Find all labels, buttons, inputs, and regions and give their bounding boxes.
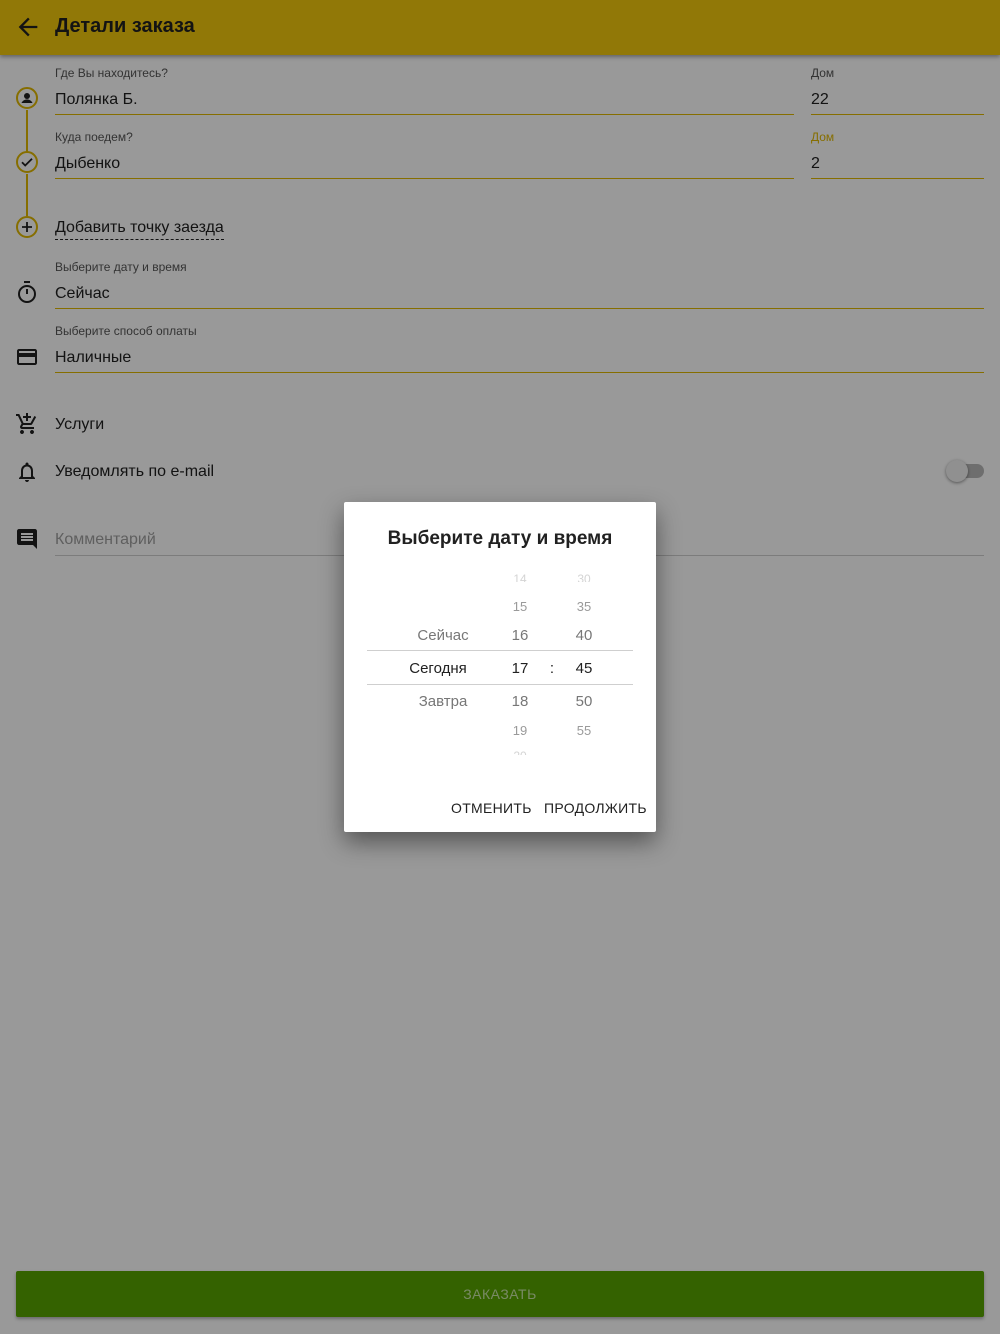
- minute-option[interactable]: 50: [564, 693, 604, 710]
- minute-option[interactable]: 55: [564, 723, 604, 738]
- minute-option[interactable]: 30: [564, 572, 604, 582]
- hour-option[interactable]: 19: [500, 723, 540, 738]
- continue-button[interactable]: ПРОДОЛЖИТЬ: [544, 800, 647, 816]
- datetime-dialog: Выберите дату и время Сейчас Сегодня Зав…: [344, 502, 656, 832]
- selection-line-bottom: [367, 684, 633, 685]
- selection-line-top: [367, 650, 633, 651]
- hour-option-selected[interactable]: 17: [500, 660, 540, 677]
- dialog-title: Выберите дату и время: [387, 528, 613, 549]
- hour-option[interactable]: 16: [500, 627, 540, 644]
- hour-option[interactable]: 18: [500, 693, 540, 710]
- minute-option[interactable]: 35: [564, 599, 604, 614]
- hour-option[interactable]: 20: [500, 749, 540, 755]
- time-separator: :: [549, 660, 555, 677]
- day-option[interactable]: Сейчас: [388, 627, 498, 644]
- minute-option-selected[interactable]: 45: [564, 660, 604, 677]
- hour-option[interactable]: 15: [500, 599, 540, 614]
- cancel-button[interactable]: ОТМЕНИТЬ: [451, 800, 532, 816]
- hour-option[interactable]: 14: [500, 572, 540, 582]
- minute-option[interactable]: 40: [564, 627, 604, 644]
- day-option-selected[interactable]: Сегодня: [388, 660, 488, 677]
- day-option[interactable]: Завтра: [388, 693, 498, 710]
